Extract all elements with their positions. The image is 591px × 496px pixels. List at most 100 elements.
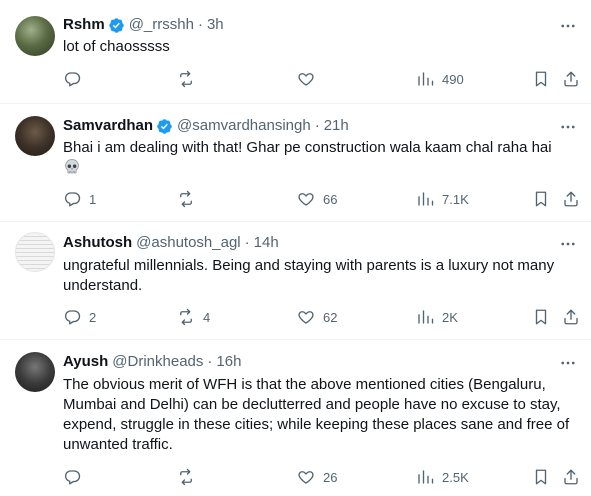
author-handle[interactable]: @_rrsshh [129,15,194,35]
timestamp[interactable]: 14h [254,233,279,253]
retweet-count: 4 [203,309,211,325]
reply-icon [64,470,81,485]
tweet-actions: 26 2.5K [63,468,579,488]
more-options-icon[interactable] [559,354,577,372]
reply-count: 2 [89,309,97,325]
share-icon [564,309,578,325]
tweet[interactable]: Ayush @Drinkheads · 16h The obvious meri… [0,340,591,496]
timestamp[interactable]: 16h [216,352,241,372]
share-icon [564,191,578,207]
verified-badge-icon [108,17,124,33]
retweet-button[interactable]: 4 [177,308,210,326]
author-handle[interactable]: @samvardhansingh [177,116,311,136]
reply-count: 1 [89,191,97,207]
like-button[interactable]: 26 [297,468,337,486]
more-options-icon[interactable] [559,235,577,253]
views-button[interactable]: 7.1K [416,190,469,208]
tweet-actions: 490 [63,70,579,90]
reply-button[interactable] [63,468,89,486]
views-button[interactable]: 2.5K [416,468,469,486]
bookmark-icon [535,191,547,207]
tweet[interactable]: Samvardhan @samvardhansingh · 21h Bhai i… [0,104,591,222]
retweet-icon [180,70,192,88]
bookmark-button[interactable] [532,308,550,326]
retweet-button[interactable] [177,468,203,486]
share-button[interactable] [562,70,580,88]
author-handle[interactable]: @Drinkheads [112,352,203,372]
author-name[interactable]: Samvardhan [63,116,153,136]
like-button[interactable]: 66 [297,190,337,208]
bookmark-button[interactable] [532,468,550,486]
view-count: 2K [442,309,458,325]
heart-icon [298,311,314,324]
heart-icon [298,193,314,206]
analytics-icon [418,310,434,324]
avatar[interactable] [15,352,55,392]
share-button[interactable] [562,468,580,486]
reply-button[interactable]: 1 [63,190,96,208]
bookmark-icon [535,71,547,87]
separator-dot: · [244,234,250,251]
bookmark-button[interactable] [532,190,550,208]
analytics-icon [418,470,434,484]
author-handle[interactable]: @ashutosh_agl [136,233,240,253]
like-button[interactable]: 62 [297,308,337,326]
more-options-icon[interactable] [559,118,577,136]
tweet-text: The obvious merit of WFH is that the abo… [63,376,570,453]
timestamp[interactable]: 21h [324,116,349,136]
tweet-actions: 2 4 62 2K [63,308,579,328]
author-name[interactable]: Ayush [63,352,108,372]
more-options-icon[interactable] [559,17,577,35]
view-count: 2.5K [442,469,469,485]
separator-dot: · [197,16,203,33]
author-name[interactable]: Rshm [63,15,105,35]
tweet[interactable]: Ashutosh @ashutosh_agl · 14h ungrateful … [0,222,591,340]
avatar[interactable] [15,16,55,56]
bookmark-button[interactable] [532,70,550,88]
timestamp[interactable]: 3h [207,15,224,35]
tweet-header: Samvardhan @samvardhansingh · 21h [63,116,349,136]
separator-dot: · [207,353,213,370]
retweet-button[interactable] [177,190,203,208]
tweet-header: Ayush @Drinkheads · 16h [63,352,241,372]
view-count: 490 [442,71,464,87]
share-icon [564,71,578,87]
avatar[interactable] [15,232,55,272]
tweet-text-content: Bhai i am dealing with that! Ghar pe con… [63,139,552,156]
verified-badge-icon [157,118,172,134]
retweet-icon [180,468,192,486]
author-name[interactable]: Ashutosh [63,233,132,253]
like-count: 26 [323,469,338,485]
tweet[interactable]: Rshm @_rrsshh · 3h lot of chaosssss 490 [0,0,591,104]
views-button[interactable]: 2K [416,308,458,326]
tweet-text: Bhai i am dealing with that! Ghar pe con… [63,138,578,179]
like-count: 66 [323,191,338,207]
reply-icon [64,192,81,207]
reply-icon [64,310,81,325]
tweet-text: lot of chaosssss [63,38,170,55]
reply-button[interactable]: 2 [63,308,96,326]
views-button[interactable]: 490 [416,70,464,88]
retweet-icon [180,190,192,208]
share-button[interactable] [562,190,580,208]
skull-emoji-icon [65,159,79,174]
share-button[interactable] [562,308,580,326]
avatar[interactable] [15,116,55,156]
like-button[interactable] [297,70,323,88]
reply-icon [64,72,81,87]
tweet-header: Rshm @_rrsshh · 3h [63,15,224,35]
tweet-header: Ashutosh @ashutosh_agl · 14h [63,233,279,253]
bookmark-icon [535,309,547,325]
heart-icon [298,471,314,484]
retweet-button[interactable] [177,70,203,88]
analytics-icon [418,72,434,86]
tweet-actions: 1 66 7.1K [63,190,579,210]
share-icon [564,469,578,485]
retweet-icon [180,308,192,326]
analytics-icon [418,192,434,206]
bookmark-icon [535,469,547,485]
like-count: 62 [323,309,338,325]
heart-icon [298,73,314,86]
view-count: 7.1K [442,191,469,207]
reply-button[interactable] [63,70,89,88]
